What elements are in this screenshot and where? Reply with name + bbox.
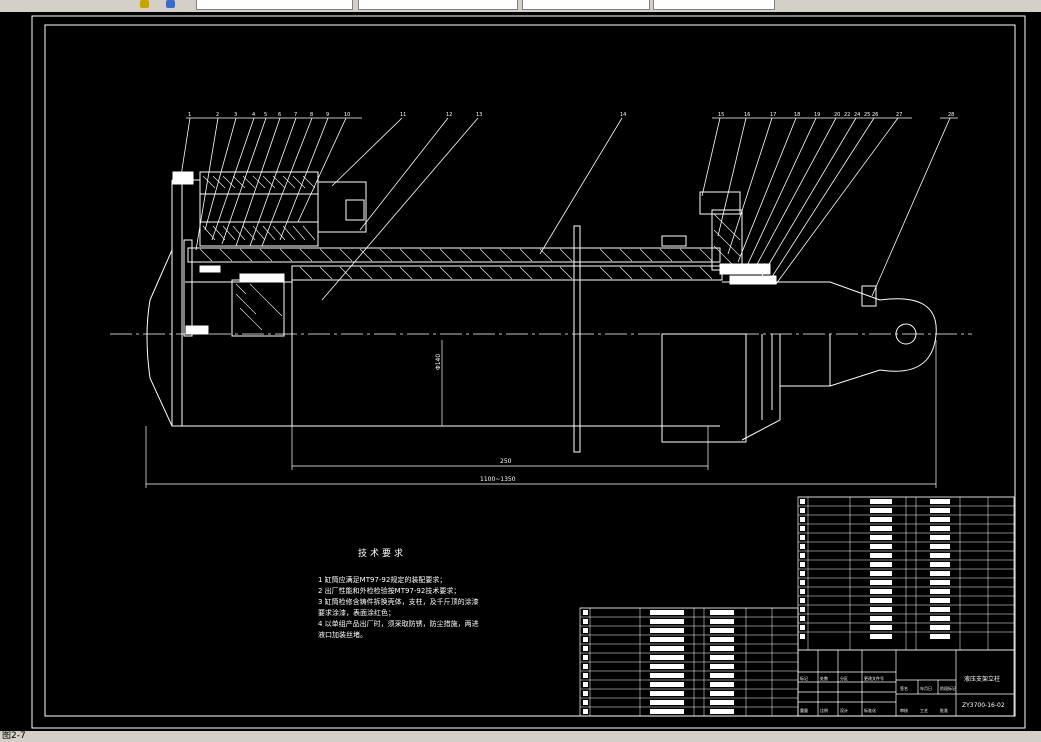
tech-requirements-heading: 技术要求 [358,547,406,559]
table-row [800,526,805,531]
table-row [800,616,805,621]
table-row [583,610,588,615]
part-number-label: 18 [794,112,800,118]
title-block-label: 工艺 [920,708,928,713]
status-bar: 图2-7 [0,731,1041,742]
table-row [800,580,805,585]
title-block-label: 审核 [900,707,908,713]
part-number-label: 4 [252,112,255,118]
tech-requirement-line: 3 缸筒检修含铸件拆换壳体，支柱，及千斤顶的涂漆 [318,597,479,606]
title-block-label: 比例 [820,707,828,713]
part-number-label: 7 [294,112,297,118]
table-row [800,634,805,639]
table-row [583,637,588,642]
tech-requirement-line: 1 缸筒应满足MT97-92规定的装配要求； [318,575,446,584]
title-block-label: 重量 [800,707,808,713]
table-row [800,571,805,576]
table-row [583,691,588,696]
part-number-label: 28 [948,112,954,118]
linetype-dropdown[interactable] [522,0,650,10]
part-number-label: 5 [264,112,267,118]
table-row [583,700,588,705]
layer-dropdown[interactable] [196,0,353,10]
table-row [583,628,588,633]
layer-icon[interactable] [166,0,175,8]
lineweight-dropdown[interactable] [653,0,775,10]
part-number-label: 6 [278,112,281,118]
title-block-label: 更改文件号 [864,675,884,681]
bore-dimension: Φ140 [435,354,442,370]
title-block-label: 阶段标记 [940,685,956,691]
part-number-label: 19 [814,112,820,118]
part-number-label: 26 [872,112,878,118]
overall-dimension: 1100~1350 [480,476,516,483]
table-row [583,664,588,669]
tech-requirement-line: 液口加装丝堵。 [318,630,367,639]
table-row [800,544,805,549]
table-row [800,508,805,513]
tool-icon[interactable] [140,0,149,8]
table-row [800,535,805,540]
status-text: 图2-7 [2,731,26,741]
part-number-label: 12 [446,112,452,118]
part-number-label: 2 [216,112,219,118]
table-row [583,619,588,624]
drawing-name: 液压支架立柱 [964,675,1000,683]
part-number-label: 13 [476,112,482,118]
title-block-label: 处数 [820,675,828,681]
stroke-dimension: 250 [500,458,512,465]
part-number-label: 9 [326,112,329,118]
tech-requirement-line: 2 出厂性能和外检检验按MT97-92技术要求； [318,586,460,595]
part-number-label: 11 [400,112,406,118]
table-row [800,562,805,567]
table-row [800,499,805,504]
part-number-label: 10 [344,112,350,118]
part-number-label: 15 [718,112,724,118]
part-number-label: 27 [896,112,902,118]
part-number-label: 24 [854,112,860,118]
title-block-label: 批准 [940,707,948,713]
table-row [800,517,805,522]
table-row [800,625,805,630]
cad-drawing-canvas[interactable]: 1 2 3 4 5 6 7 8 9 10 11 12 13 14 15 16 17 18 19 20 22 24 25 26 2… [0,12,1041,731]
drawing-code: ZY3700-16-02 [962,702,1005,709]
table-row [583,709,588,714]
part-number-label: 16 [744,112,750,118]
part-number-label: 3 [234,112,237,118]
table-row [583,682,588,687]
title-block-label: 年月日 [920,685,932,691]
title-block-label: 分区 [840,675,848,681]
table-row [583,673,588,678]
table-row [800,553,805,558]
part-number-label: 1 [188,112,191,118]
title-block-label: 签名 [900,685,908,691]
part-number-label: 8 [310,112,313,118]
table-row [800,589,805,594]
table-row [800,598,805,603]
table-row [583,646,588,651]
title-block-label: 设计 [840,707,848,713]
part-number-label: 14 [620,112,626,118]
table-row [583,655,588,660]
part-number-label: 17 [770,112,776,118]
title-block-label: 标准化 [864,707,876,713]
table-row [800,607,805,612]
color-dropdown[interactable] [358,0,518,10]
part-number-label: 25 [864,112,870,118]
part-number-label: 20 [834,112,840,118]
title-block-label: 标记 [800,675,808,681]
tech-requirement-line: 4 以单组产品出厂时，须采取防锈，防尘措施，两进 [318,619,479,628]
part-number-label: 22 [844,112,850,118]
tech-requirement-line: 要求涂漆，表面涂红色； [318,608,395,617]
